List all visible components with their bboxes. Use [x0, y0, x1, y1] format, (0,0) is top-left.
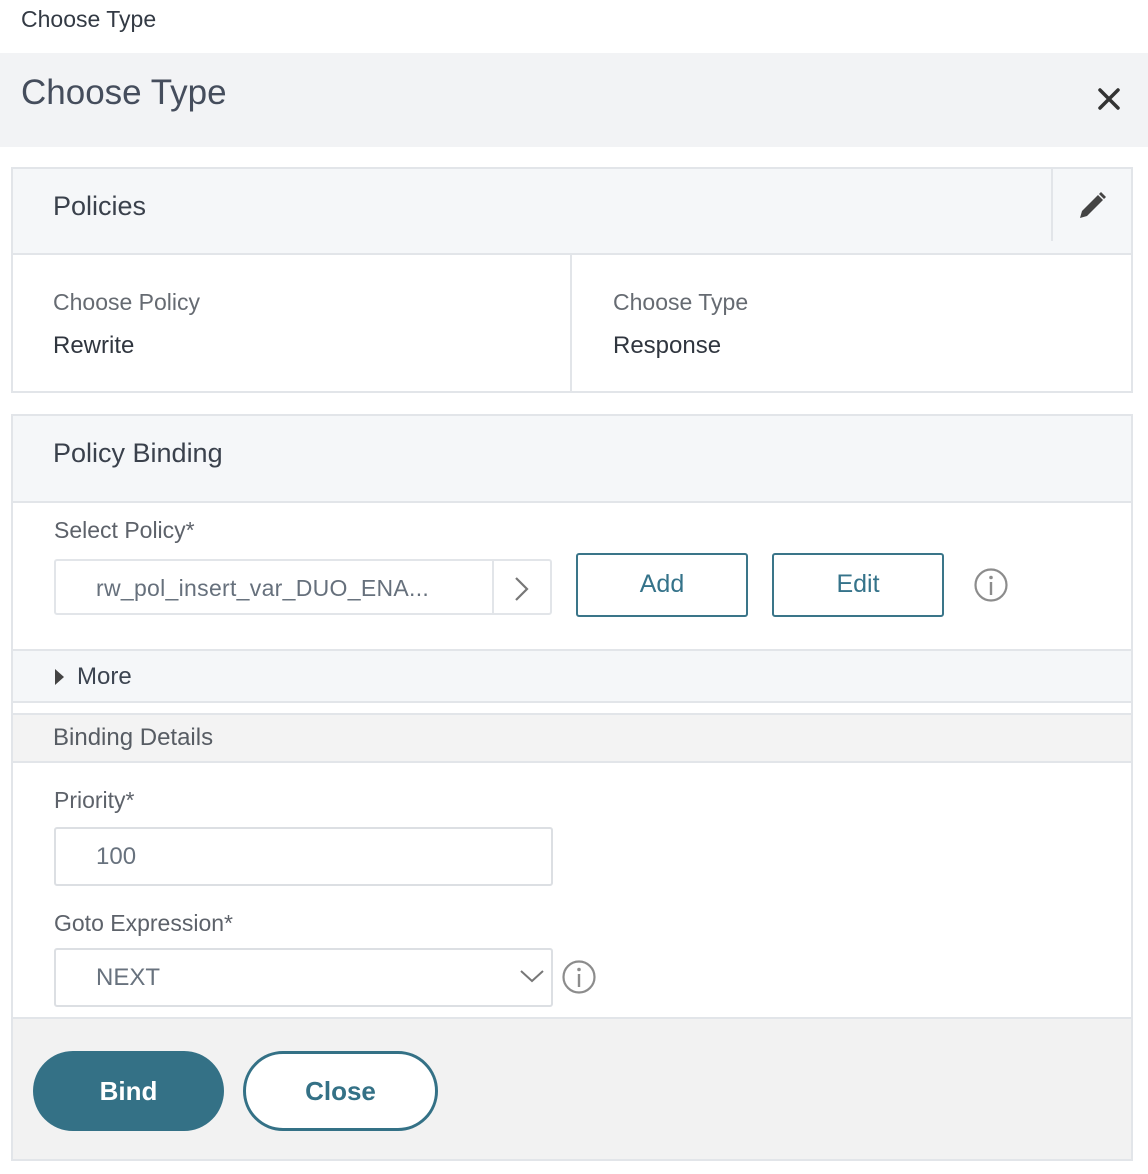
- close-icon: [1098, 88, 1120, 110]
- window-title: Choose Type: [21, 6, 157, 32]
- priority-label: Priority*: [54, 787, 135, 813]
- goto-expression-select[interactable]: NEXT: [54, 948, 553, 1007]
- select-policy-value: rw_pol_insert_var_DUO_ENA...: [96, 575, 430, 601]
- policy-binding-title: Policy Binding: [53, 438, 223, 468]
- choose-type-value: Response: [613, 332, 722, 359]
- edit-policies-button[interactable]: [1051, 169, 1131, 241]
- select-policy-label: Select Policy*: [54, 517, 195, 543]
- caret-right-icon: [55, 669, 64, 685]
- close-button[interactable]: Close: [243, 1051, 438, 1131]
- bind-button[interactable]: Bind: [33, 1051, 224, 1131]
- info-icon[interactable]: [973, 567, 1009, 603]
- priority-value: 100: [96, 843, 137, 870]
- policies-panel-header: Policies: [13, 169, 1131, 255]
- chevron-down-icon: [520, 970, 544, 983]
- goto-expression-label: Goto Expression*: [54, 910, 233, 936]
- dialog-footer: Bind Close: [11, 1017, 1133, 1161]
- priority-input[interactable]: 100: [54, 827, 553, 886]
- policies-title: Policies: [53, 191, 147, 221]
- choose-policy-value: Rewrite: [53, 332, 135, 359]
- policies-panel: Policies Choose Policy Rewrite Choose Ty…: [11, 167, 1133, 393]
- more-toggle[interactable]: More: [13, 649, 1131, 703]
- binding-details-header: Binding Details: [13, 713, 1131, 763]
- dialog-title: Choose Type: [21, 73, 227, 112]
- chevron-right-icon: [515, 577, 529, 601]
- edit-policy-button[interactable]: Edit: [772, 553, 944, 617]
- binding-details-title: Binding Details: [53, 724, 214, 751]
- policy-binding-panel: Policy Binding Select Policy* rw_pol_ins…: [11, 414, 1133, 1020]
- more-label: More: [77, 663, 132, 690]
- column-divider: [570, 253, 572, 391]
- choose-policy-label: Choose Policy: [53, 289, 201, 315]
- close-dialog-button[interactable]: [1094, 84, 1124, 114]
- pencil-icon: [1080, 192, 1106, 218]
- choose-type-label: Choose Type: [613, 289, 749, 315]
- goto-expression-value: NEXT: [96, 964, 161, 991]
- add-policy-button[interactable]: Add: [576, 553, 748, 617]
- select-policy-arrow-button[interactable]: [492, 561, 550, 613]
- select-policy-field[interactable]: rw_pol_insert_var_DUO_ENA...: [54, 559, 552, 615]
- goto-info-icon[interactable]: [561, 959, 597, 995]
- policy-binding-header: Policy Binding: [13, 416, 1131, 503]
